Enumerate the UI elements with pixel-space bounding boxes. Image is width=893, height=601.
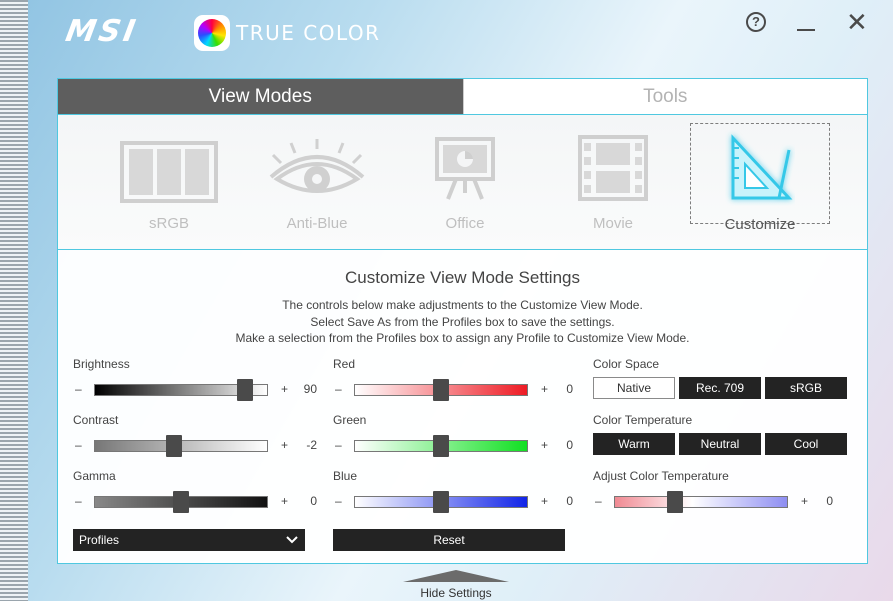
contrast-plus[interactable]: + bbox=[281, 438, 288, 452]
blue-label: Blue bbox=[333, 469, 358, 483]
green-value: 0 bbox=[566, 438, 573, 452]
mode-label: Customize bbox=[724, 216, 796, 233]
color-space-rec709-button[interactable]: Rec. 709 bbox=[679, 377, 761, 399]
mode-label: Movie bbox=[592, 215, 633, 232]
red-value: 0 bbox=[566, 382, 573, 396]
help-icon[interactable]: ? bbox=[746, 12, 766, 32]
mode-customize[interactable]: Customize bbox=[690, 123, 830, 233]
settings-title: Customize View Mode Settings bbox=[345, 268, 580, 287]
profiles-dropdown-label: Profiles bbox=[79, 533, 120, 547]
brightness-slider-thumb[interactable] bbox=[236, 379, 253, 401]
gamma-label: Gamma bbox=[73, 469, 116, 483]
red-slider-thumb[interactable] bbox=[433, 379, 449, 401]
green-minus[interactable]: – bbox=[335, 438, 342, 452]
tab-bar: View Modes Tools bbox=[58, 79, 867, 114]
mode-anti-blue[interactable]: Anti-Blue bbox=[247, 115, 387, 251]
tab-view-modes[interactable]: View Modes bbox=[58, 79, 463, 114]
brightness-value: 90 bbox=[303, 382, 317, 396]
color-temp-warm-button[interactable]: Warm bbox=[593, 433, 675, 455]
green-slider[interactable] bbox=[354, 435, 528, 457]
color-space-srgb-button[interactable]: sRGB bbox=[765, 377, 847, 399]
mode-label: Office bbox=[445, 215, 485, 232]
left-stripe-decoration bbox=[0, 0, 28, 601]
mode-movie[interactable]: Movie bbox=[543, 115, 683, 251]
hide-settings-label: Hide Settings bbox=[420, 586, 492, 600]
hide-settings-toggle[interactable]: Hide Settings bbox=[403, 570, 509, 600]
srgb-grid-icon bbox=[120, 141, 218, 203]
red-minus[interactable]: – bbox=[335, 382, 342, 396]
contrast-label: Contrast bbox=[73, 413, 119, 427]
adjust-temp-value: 0 bbox=[826, 494, 833, 508]
reset-button[interactable]: Reset bbox=[333, 529, 565, 551]
msi-logo: MSI bbox=[63, 14, 141, 49]
green-slider-thumb[interactable] bbox=[433, 435, 449, 457]
app-title: TRUE COLOR bbox=[236, 21, 381, 45]
brightness-label: Brightness bbox=[73, 357, 130, 371]
brightness-plus[interactable]: + bbox=[281, 382, 288, 396]
red-label: Red bbox=[333, 357, 356, 371]
film-strip-icon bbox=[578, 135, 648, 201]
adjust-temp-minus[interactable]: – bbox=[595, 494, 602, 508]
gamma-value: 0 bbox=[310, 494, 317, 508]
mode-label: Anti-Blue bbox=[286, 215, 348, 232]
color-space-label: Color Space bbox=[593, 357, 660, 371]
settings-area: Customize View Mode Settings The control… bbox=[58, 250, 867, 564]
contrast-value: -2 bbox=[306, 438, 317, 452]
settings-description: The controls below make adjustments to t… bbox=[235, 298, 690, 345]
adjust-color-temperature-label: Adjust Color Temperature bbox=[593, 469, 729, 483]
tab-tools[interactable]: Tools bbox=[462, 79, 867, 114]
brightness-slider[interactable] bbox=[94, 379, 268, 401]
blue-slider-thumb[interactable] bbox=[433, 491, 449, 513]
true-color-logo-icon bbox=[194, 15, 230, 51]
brightness-minus[interactable]: – bbox=[75, 382, 82, 396]
blue-minus[interactable]: – bbox=[335, 494, 342, 508]
gamma-minus[interactable]: – bbox=[75, 494, 82, 508]
color-temp-cool-button[interactable]: Cool bbox=[765, 433, 847, 455]
collapse-arrow-icon bbox=[403, 570, 509, 582]
color-temp-neutral-button[interactable]: Neutral bbox=[679, 433, 761, 455]
chevron-down-icon bbox=[285, 529, 299, 558]
adjust-color-temperature-slider[interactable] bbox=[614, 491, 788, 513]
gamma-plus[interactable]: + bbox=[281, 494, 288, 508]
blue-value: 0 bbox=[566, 494, 573, 508]
mode-srgb[interactable]: sRGB bbox=[99, 115, 239, 251]
color-temperature-label: Color Temperature bbox=[593, 413, 693, 427]
view-mode-selector: sRGB Anti-Blue Office Movie Customize bbox=[58, 114, 867, 250]
mode-label: sRGB bbox=[148, 215, 189, 232]
set-square-icon bbox=[731, 134, 793, 200]
mode-office[interactable]: Office bbox=[395, 115, 535, 251]
presentation-board-icon bbox=[435, 137, 495, 200]
green-label: Green bbox=[333, 413, 367, 427]
main-panel: View Modes Tools sRGB Anti-Blue Office M… bbox=[57, 78, 868, 564]
red-slider[interactable] bbox=[354, 379, 528, 401]
contrast-minus[interactable]: – bbox=[75, 438, 82, 452]
minimize-icon[interactable] bbox=[797, 29, 815, 31]
profiles-dropdown[interactable]: Profiles bbox=[73, 529, 305, 551]
gamma-slider[interactable] bbox=[94, 491, 268, 513]
eye-icon bbox=[269, 139, 365, 193]
color-space-native-button[interactable]: Native bbox=[593, 377, 675, 399]
gamma-slider-thumb[interactable] bbox=[173, 491, 189, 513]
blue-slider[interactable] bbox=[354, 491, 528, 513]
close-icon[interactable]: ✕ bbox=[846, 9, 868, 35]
contrast-slider-thumb[interactable] bbox=[166, 435, 183, 457]
contrast-slider[interactable] bbox=[94, 435, 268, 457]
adjust-temp-slider-thumb[interactable] bbox=[667, 491, 684, 513]
